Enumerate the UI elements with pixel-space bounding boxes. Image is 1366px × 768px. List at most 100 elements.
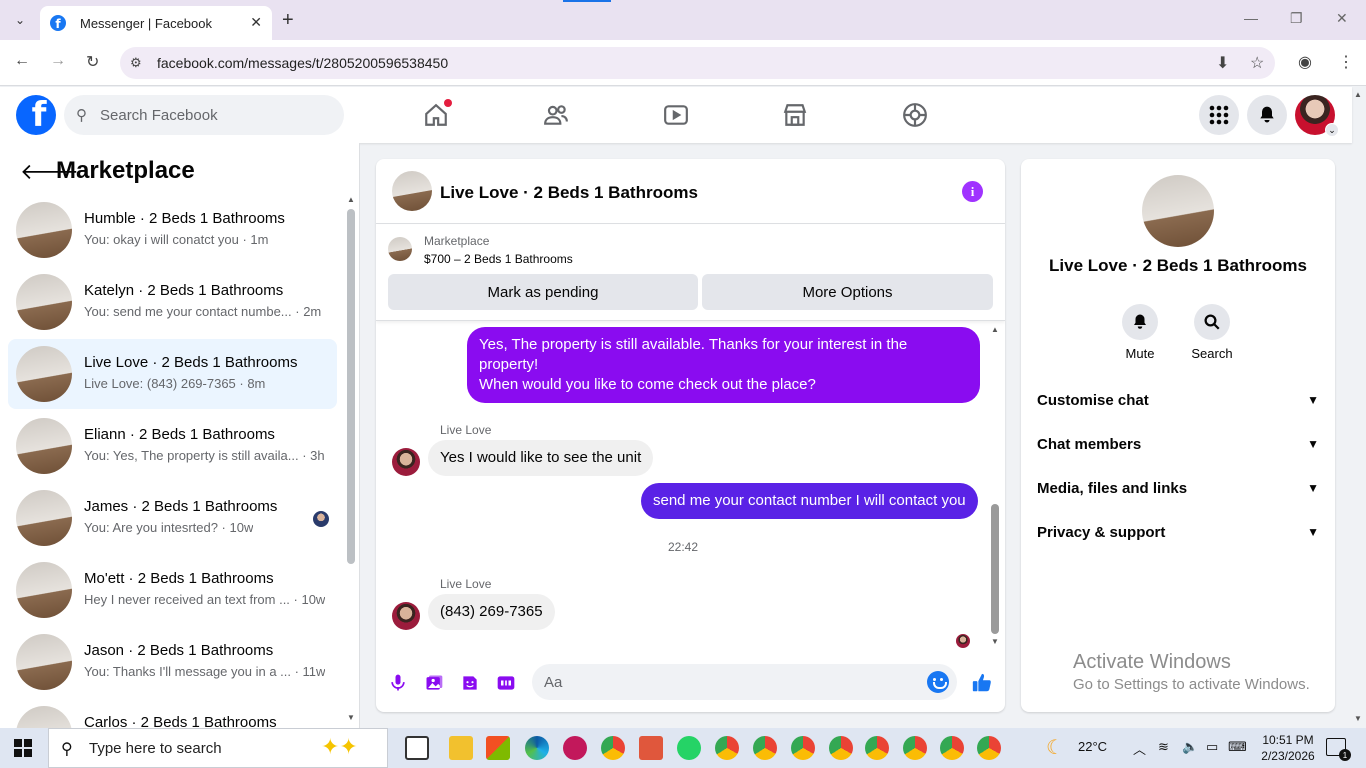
- mark-as-pending-button[interactable]: Mark as pending: [388, 274, 698, 310]
- chrome-profile-icon[interactable]: [791, 736, 815, 760]
- tab-search-menu-icon[interactable]: ⌄: [8, 8, 32, 32]
- incoming-message[interactable]: (843) 269-7365: [428, 594, 555, 630]
- listing-small-thumbnail[interactable]: [388, 237, 412, 261]
- chrome-profile-icon[interactable]: [829, 736, 853, 760]
- conversation-item[interactable]: Eliann · 2 Beds 1 Bathrooms You: Yes, Th…: [8, 411, 337, 481]
- show-hidden-icons-chevron-icon[interactable]: ︿: [1133, 739, 1146, 758]
- menu-grid-icon[interactable]: [1199, 95, 1239, 135]
- sidebar-scrollbar[interactable]: [347, 209, 355, 564]
- minimize-icon[interactable]: —: [1244, 10, 1258, 26]
- sender-avatar[interactable]: [392, 602, 420, 630]
- gif-icon[interactable]: [494, 671, 518, 695]
- input-language-icon[interactable]: ⌨: [1228, 739, 1247, 755]
- app-icon[interactable]: [563, 736, 587, 760]
- conversation-item[interactable]: Mo'ett · 2 Beds 1 Bathrooms Hey I never …: [8, 555, 337, 625]
- outgoing-message[interactable]: Yes, The property is still available. Th…: [467, 327, 980, 403]
- chrome-profile-icon[interactable]: [940, 736, 964, 760]
- conversation-item-active[interactable]: Live Love · 2 Beds 1 Bathrooms Live Love…: [8, 339, 337, 409]
- conversation-item[interactable]: Jason · 2 Beds 1 Bathrooms You: Thanks I…: [8, 627, 337, 697]
- sender-avatar[interactable]: [392, 448, 420, 476]
- chat-title[interactable]: Live Love · 2 Beds 1 Bathrooms: [440, 183, 698, 203]
- outgoing-message[interactable]: send me your contact number I will conta…: [641, 483, 978, 519]
- chat-scrollbar[interactable]: [991, 504, 999, 634]
- account-avatar[interactable]: ⌄: [1295, 95, 1339, 137]
- watch-nav-icon[interactable]: [656, 99, 696, 131]
- browser-tab[interactable]: f Messenger | Facebook ✕: [40, 6, 272, 40]
- reload-icon[interactable]: ↻: [86, 52, 99, 72]
- listing-price[interactable]: $700 – 2 Beds 1 Bathrooms: [424, 252, 573, 266]
- install-app-icon[interactable]: ⬇: [1216, 53, 1229, 73]
- account-chevron-down-icon[interactable]: ⌄: [1325, 123, 1339, 137]
- profile-icon[interactable]: ◉: [1298, 52, 1312, 72]
- mute-action[interactable]: Mute: [1110, 304, 1170, 361]
- site-info-icon[interactable]: ⚙: [130, 55, 142, 71]
- volume-icon[interactable]: 🔈: [1182, 739, 1198, 755]
- window-close-icon[interactable]: ✕: [1336, 10, 1348, 27]
- bookmark-star-icon[interactable]: ☆: [1250, 53, 1264, 73]
- incoming-message[interactable]: Yes I would like to see the unit: [428, 440, 654, 476]
- edge-browser-icon[interactable]: [525, 736, 549, 760]
- restore-icon[interactable]: ❐: [1290, 10, 1303, 27]
- scroll-down-arrow-icon[interactable]: ▼: [347, 713, 355, 722]
- chrome-profile-icon[interactable]: [753, 736, 777, 760]
- gaming-nav-icon[interactable]: [895, 99, 935, 131]
- wifi-icon[interactable]: ≋: [1158, 739, 1169, 755]
- chrome-profile-icon[interactable]: [715, 736, 739, 760]
- thumbs-up-icon[interactable]: [970, 671, 994, 695]
- emoji-icon[interactable]: [927, 671, 949, 693]
- browser-menu-icon[interactable]: ⋮: [1338, 52, 1354, 72]
- microsoft-store-icon[interactable]: [486, 736, 510, 760]
- chrome-profile-icon[interactable]: [903, 736, 927, 760]
- chrome-profile-icon[interactable]: [865, 736, 889, 760]
- search-icon[interactable]: [1194, 304, 1230, 340]
- page-scroll-down-icon[interactable]: ▼: [1354, 714, 1362, 723]
- privacy-support-row[interactable]: Privacy & support ▼: [1037, 515, 1319, 549]
- message-input[interactable]: [544, 664, 924, 700]
- chat-members-row[interactable]: Chat members ▼: [1037, 427, 1319, 461]
- notification-center-icon[interactable]: 1: [1326, 738, 1351, 761]
- chrome-profile-icon[interactable]: [977, 736, 1001, 760]
- facebook-search-input[interactable]: [100, 95, 330, 135]
- listing-large-thumbnail[interactable]: [1142, 175, 1214, 247]
- weather-moon-icon[interactable]: ☾: [1046, 735, 1064, 760]
- chat-scroll-up-icon[interactable]: ▲: [991, 325, 999, 334]
- more-options-button[interactable]: More Options: [702, 274, 993, 310]
- chat-listing-thumbnail[interactable]: [392, 171, 432, 211]
- notifications-bell-icon[interactable]: [1247, 95, 1287, 135]
- taskbar-search[interactable]: ⚲ Type here to search ✦✦: [48, 728, 388, 768]
- mute-bell-icon[interactable]: [1122, 304, 1158, 340]
- address-bar[interactable]: ⚙ facebook.com/messages/t/28052005965384…: [120, 47, 1275, 79]
- whatsapp-icon[interactable]: [677, 736, 701, 760]
- facebook-search[interactable]: ⚲: [64, 95, 344, 135]
- conversation-item[interactable]: Katelyn · 2 Beds 1 Bathrooms You: send m…: [8, 267, 337, 337]
- forward-arrow-icon[interactable]: →: [50, 52, 66, 70]
- weather-temperature[interactable]: 22°C: [1078, 739, 1107, 754]
- battery-icon[interactable]: ▭: [1206, 739, 1218, 755]
- conversation-item[interactable]: Carlos · 2 Beds 1 Bathrooms: [8, 699, 337, 728]
- customise-chat-row[interactable]: Customise chat ▼: [1037, 383, 1319, 417]
- voice-clip-icon[interactable]: [386, 671, 410, 695]
- taskbar-clock[interactable]: 10:51 PM 2/23/2026: [1257, 732, 1319, 764]
- windows-start-icon[interactable]: [14, 739, 32, 757]
- friends-nav-icon[interactable]: [536, 99, 576, 131]
- marketplace-nav-icon[interactable]: [775, 99, 815, 131]
- app-icon[interactable]: [639, 736, 663, 760]
- back-arrow-icon[interactable]: ←: [14, 52, 30, 70]
- facebook-logo-icon[interactable]: f: [16, 95, 56, 135]
- url-text[interactable]: facebook.com/messages/t/2805200596538450: [157, 55, 448, 71]
- conversation-info-icon[interactable]: i: [962, 181, 983, 202]
- sticker-icon[interactable]: [458, 671, 482, 695]
- search-action[interactable]: Search: [1182, 304, 1242, 361]
- scroll-up-arrow-icon[interactable]: ▲: [347, 195, 355, 204]
- page-scroll-up-icon[interactable]: ▲: [1354, 90, 1362, 99]
- task-view-icon[interactable]: [405, 736, 429, 760]
- file-explorer-icon[interactable]: [449, 736, 473, 760]
- attach-photo-icon[interactable]: [422, 671, 446, 695]
- new-tab-button[interactable]: +: [282, 8, 294, 32]
- tab-close-icon[interactable]: ✕: [250, 14, 262, 31]
- media-files-links-row[interactable]: Media, files and links ▼: [1037, 471, 1319, 505]
- conversation-item[interactable]: James · 2 Beds 1 Bathrooms You: Are you …: [8, 483, 337, 553]
- conversation-item[interactable]: Humble · 2 Beds 1 Bathrooms You: okay i …: [8, 195, 337, 265]
- chat-scroll-down-icon[interactable]: ▼: [991, 637, 999, 646]
- chrome-icon[interactable]: [601, 736, 625, 760]
